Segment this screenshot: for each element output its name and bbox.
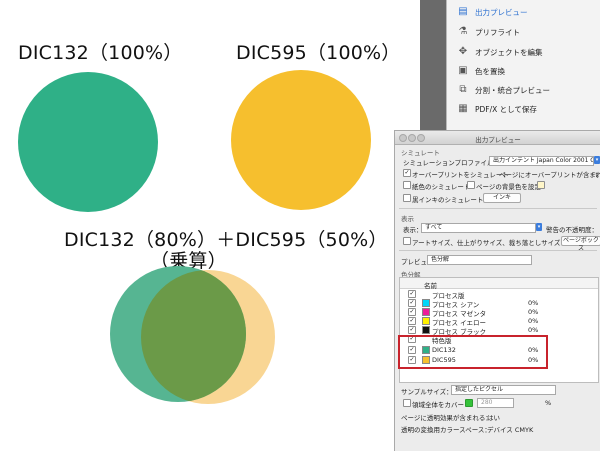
area-coverage-label: 領域全体をカバー xyxy=(412,401,464,409)
display-dropdown-icon[interactable]: ▾ xyxy=(536,223,542,231)
table-row[interactable]: ✓ プロセス イエロー 0% xyxy=(400,316,598,327)
page-bg-swatch[interactable] xyxy=(537,181,545,189)
sim-profile-select[interactable]: 出力インテント Japan Color 2001 Coated xyxy=(489,156,594,166)
artsize-label: アートサイズ、仕上がりサイズ、裁ち落としサイズを表示 xyxy=(412,239,580,247)
page-bg-checkbox[interactable] xyxy=(467,181,475,189)
separator xyxy=(399,208,597,209)
tool-output-preview[interactable]: ▤ 出力プレビュー xyxy=(457,4,527,20)
row-checkbox[interactable]: ✓ xyxy=(408,317,416,325)
paper-color-label: 紙色のシミュレート xyxy=(412,183,471,191)
overprint-checkbox[interactable]: ✓ xyxy=(403,169,411,177)
row-value: 0% xyxy=(528,308,539,316)
blend-space-label: 透明の変換用カラースペース： xyxy=(401,426,491,434)
area-coverage-checkbox[interactable] xyxy=(403,399,411,407)
row-checkbox[interactable]: ✓ xyxy=(408,290,416,298)
yellow-swatch xyxy=(422,317,430,325)
transparency-label: ページに透明効果が含まれる： xyxy=(401,414,492,422)
black-swatch xyxy=(422,326,430,334)
display-header: 表示 xyxy=(401,215,414,223)
table-row[interactable]: ✓ プロセス版 xyxy=(400,289,598,300)
page-overprint-label: ページにオーバープリントが含まれる： xyxy=(499,171,600,179)
table-row[interactable]: ✓ プロセス マゼンタ 0% xyxy=(400,307,598,318)
area-coverage-input[interactable]: 280 xyxy=(477,398,514,408)
display-select[interactable]: すべて xyxy=(421,223,536,233)
row-checkbox[interactable]: ✓ xyxy=(408,308,416,316)
black-ink-label: 黒インキのシミュレート xyxy=(412,196,484,204)
page-box-button[interactable]: ページボックス xyxy=(561,236,600,252)
sim-profile-label: シミュレーションプロファイル： xyxy=(403,159,501,167)
sample-size-label: サンプルサイズ： xyxy=(401,388,453,396)
row-value: 0% xyxy=(528,299,539,307)
artsize-checkbox[interactable] xyxy=(403,237,411,245)
tool-replace-color[interactable]: ▣ 色を置換 xyxy=(457,63,505,79)
spot-color-highlight xyxy=(398,335,548,369)
table-header: 名前 xyxy=(400,278,598,290)
sample-size-select[interactable]: 指定したピクセル xyxy=(451,385,556,395)
transparency-value: はい xyxy=(487,414,500,422)
table-row[interactable]: ✓ プロセス ブラック 0% xyxy=(400,325,598,336)
magenta-swatch xyxy=(422,308,430,316)
paper-color-checkbox[interactable] xyxy=(403,181,411,189)
multiply-overlap-diagram xyxy=(110,266,275,404)
separator xyxy=(399,250,597,251)
tool-preflight[interactable]: ⚗ プリフライト xyxy=(457,24,520,40)
dialog-title: 出力プレビュー xyxy=(475,136,521,144)
flatten-preview-icon: ⧉ xyxy=(459,84,467,95)
window-gap xyxy=(420,0,446,132)
replace-color-icon: ▣ xyxy=(458,65,468,76)
ink-button[interactable]: インキ xyxy=(483,193,521,203)
row-checkbox[interactable]: ✓ xyxy=(408,299,416,307)
tool-flatten-preview[interactable]: ⧉ 分割・統合プレビュー xyxy=(457,82,550,98)
preflight-icon: ⚗ xyxy=(458,26,468,37)
black-ink-checkbox[interactable] xyxy=(403,194,411,202)
output-preview-dialog: 出力プレビュー シミュレート シミュレーションプロファイル： 出力インテント J… xyxy=(394,130,600,451)
coverage-color-swatch[interactable] xyxy=(465,399,473,407)
row-checkbox[interactable]: ✓ xyxy=(408,326,416,334)
artboard: DIC132（100%） DIC595（100%） DIC132（80%）＋DI… xyxy=(0,0,420,450)
tool-edit-object[interactable]: ✥ オブジェクトを編集 xyxy=(457,44,543,60)
blend-space-value: デバイス CMYK xyxy=(487,426,534,434)
row-value: 0% xyxy=(528,317,539,325)
sim-profile-dropdown-icon[interactable]: ▾ xyxy=(594,156,600,164)
save-pdfx-icon: ▦ xyxy=(458,103,468,114)
output-preview-icon: ▤ xyxy=(458,6,468,17)
print-tools-pane: ▤ 出力プレビュー ⚗ プリフライト ✥ オブジェクトを編集 ▣ 色を置換 ⧉ … xyxy=(446,0,600,132)
warning-opacity-label: 警告の不透明度： xyxy=(546,226,598,234)
display-label: 表示： xyxy=(403,226,423,234)
page-overprint-value: い xyxy=(595,169,600,179)
page-bg-label: ページの背景色を設定 xyxy=(476,183,541,191)
tool-save-pdfx[interactable]: ▦ PDF/X として保存 xyxy=(457,101,537,117)
row-value: 0% xyxy=(528,326,539,334)
overprint-label: オーバープリントをシミュレート xyxy=(412,171,509,179)
cyan-swatch xyxy=(422,299,430,307)
simulate-header: シミュレート xyxy=(401,149,440,157)
dialog-titlebar[interactable]: 出力プレビュー xyxy=(395,131,600,145)
preview-select[interactable]: 色分解 xyxy=(427,255,532,265)
table-row[interactable]: ✓ プロセス シアン 0% xyxy=(400,298,598,309)
area-coverage-unit: % xyxy=(545,399,552,407)
edit-object-icon: ✥ xyxy=(458,46,468,57)
